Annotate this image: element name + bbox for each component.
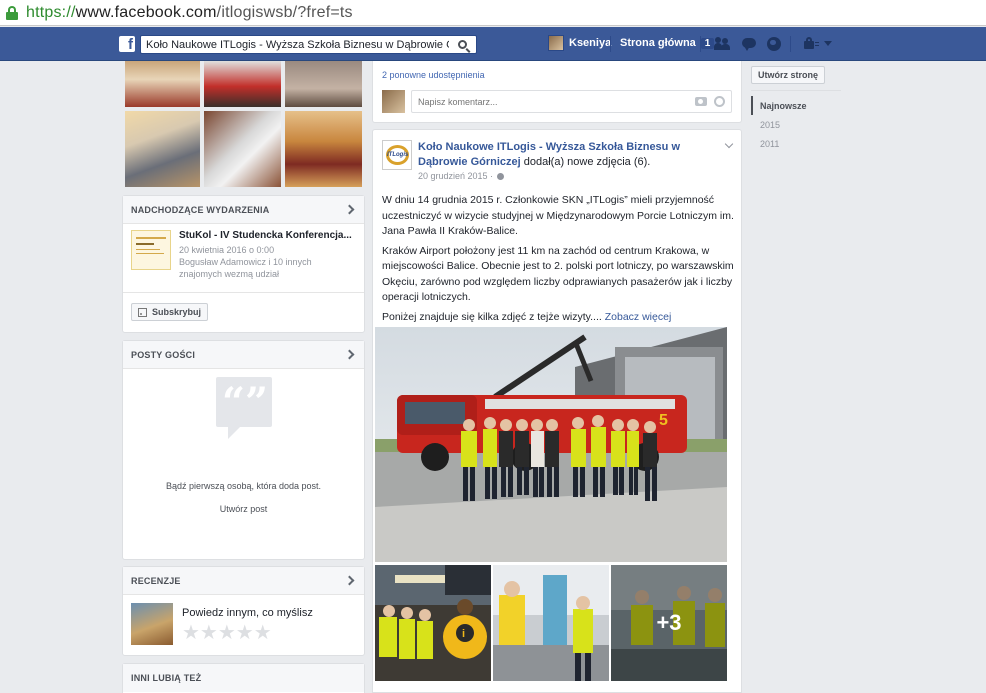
guest-posts-header[interactable]: POSTY GOŚCI (123, 341, 364, 369)
card-title: POSTY GOŚCI (131, 349, 196, 360)
post-photo-thumbnail[interactable]: i (375, 565, 491, 681)
chevron-right-icon (344, 204, 355, 215)
post-paragraph: Kraków Airport położony jest 11 km na za… (382, 244, 734, 304)
header-divider (610, 36, 611, 52)
search-button[interactable] (449, 36, 476, 53)
create-page-button[interactable]: Utwórz stronę (751, 66, 825, 84)
post-options-chevron-down-icon[interactable] (724, 139, 734, 149)
notifications-globe-icon[interactable] (766, 36, 782, 52)
timeline-item-2011[interactable]: 2011 (751, 134, 841, 153)
post-photo-thumbnail[interactable]: +3 (611, 565, 727, 681)
messages-icon[interactable] (741, 36, 757, 52)
url-text[interactable]: https://www.facebook.com/itlogiswsb/?fre… (26, 4, 353, 22)
star-icon[interactable]: ★★★★★ (182, 623, 272, 643)
home-count-badge: 1 (700, 37, 715, 49)
public-globe-icon (497, 172, 505, 180)
user-name: Kseniya (569, 37, 612, 49)
browser-address-bar[interactable]: https://www.facebook.com/itlogiswsb/?fre… (0, 0, 986, 26)
reviews-card: RECENZJE Powiedz innym, co myślisz ★★★★★ (122, 566, 365, 656)
previous-post-footer: 2 ponowne udostępnienia (372, 61, 742, 123)
rss-icon (138, 307, 147, 317)
event-title[interactable]: StuKol - IV Studencka Konferencja... (179, 230, 352, 241)
card-title: NADCHODZĄCE WYDARZENIA (131, 204, 270, 215)
guest-posts-card: POSTY GOŚCI “” Bądź pierwszą osobą, któr… (122, 340, 365, 560)
comment-input[interactable] (418, 96, 689, 107)
emoji-icon[interactable] (714, 96, 725, 107)
header-divider (700, 36, 701, 52)
star-rating[interactable]: ★★★★★ (182, 623, 313, 643)
event-item[interactable]: StuKol - IV Studencka Konferencja... 20 … (123, 224, 364, 286)
right-divider (751, 90, 841, 91)
post-main-photo[interactable]: 5 (375, 327, 727, 562)
comment-box[interactable] (411, 90, 732, 113)
event-date: 20 kwietnia 2016 o 0:00 (179, 245, 275, 255)
upcoming-events-header[interactable]: NADCHODZĄCE WYDARZENIA (123, 196, 364, 224)
quote-icon: “” (216, 377, 272, 439)
camera-icon[interactable] (695, 97, 707, 106)
post-timestamp[interactable]: 20 grudzień 2015 · (418, 171, 505, 181)
search-input[interactable] (141, 36, 449, 53)
comment-row (382, 90, 732, 113)
post-photo-thumbnail[interactable] (493, 565, 609, 681)
post-card: ITLogis Koło Naukowe ITLogis - Wyższa Sz… (372, 129, 742, 693)
post-action: dodał(a) nowe zdjęcia (6). (523, 156, 651, 168)
post-author-line: Koło Naukowe ITLogis - Wyższa Szkoła Biz… (418, 140, 698, 170)
photo-thumbnail[interactable] (125, 111, 200, 187)
photo-thumbnail[interactable] (285, 61, 362, 107)
others-like-card: INNI LUBIĄ TEŻ (122, 663, 365, 693)
post-paragraph: W dniu 14 grudnia 2015 r. Członkowie SKN… (382, 194, 734, 237)
upcoming-events-card: NADCHODZĄCE WYDARZENIA StuKol - IV Stude… (122, 195, 365, 333)
timeline-nav: Najnowsze 2015 2011 (751, 96, 841, 153)
svg-text:5: 5 (659, 412, 668, 429)
facebook-logo-icon[interactable]: f (119, 36, 135, 52)
chevron-right-icon (344, 349, 355, 360)
avatar (548, 35, 564, 51)
timeline-item-2015[interactable]: 2015 (751, 115, 841, 134)
profile-link[interactable]: Kseniya (548, 35, 611, 51)
empty-state-text: Bądź pierwszą osobą, która doda post. (165, 481, 322, 491)
post-paragraph: Poniżej znajduje się kilka zdjęć z tejże… (382, 310, 672, 323)
search-icon (458, 40, 467, 49)
reviews-header[interactable]: RECENZJE (123, 567, 364, 595)
photo-thumbnail[interactable] (204, 61, 281, 107)
others-like-header[interactable]: INNI LUBIĄ TEŻ (123, 664, 364, 692)
shares-count-link[interactable]: 2 ponowne udostępnienia (382, 70, 485, 80)
timeline-item-latest[interactable]: Najnowsze (751, 96, 841, 115)
photo-thumbnail[interactable] (125, 61, 200, 107)
avatar (131, 603, 173, 645)
event-thumbnail (131, 230, 171, 270)
subscribe-button[interactable]: Subskrybuj (131, 303, 209, 321)
photo-thumbnail[interactable] (285, 111, 362, 187)
home-label: Strona główna (620, 37, 696, 49)
card-title: RECENZJE (131, 575, 181, 586)
photo-grid (123, 61, 364, 188)
account-menu-chevron-down-icon[interactable] (824, 41, 832, 46)
review-prompt-text: Powiedz innym, co myślisz (182, 607, 313, 619)
see-more-link[interactable]: Zobacz więcej (605, 311, 672, 323)
post-photo-thumbnails: i +3 (375, 565, 727, 681)
lock-icon (6, 5, 18, 20)
more-photos-overlay[interactable]: +3 (611, 565, 727, 681)
post-text: W dniu 14 grudnia 2015 r. Członkowie SKN… (382, 193, 734, 329)
photo-thumbnail[interactable] (204, 111, 281, 187)
review-prompt: Powiedz innym, co myślisz ★★★★★ (123, 595, 364, 653)
search-box[interactable] (140, 35, 477, 54)
create-post-link[interactable]: Utwórz post (123, 504, 364, 514)
svg-text:i: i (462, 628, 465, 640)
header-divider (790, 36, 791, 52)
avatar (382, 90, 405, 113)
privacy-shortcuts-icon[interactable] (804, 36, 820, 52)
page-logo[interactable]: ITLogis (382, 140, 412, 170)
facebook-header: f Kseniya Strona główna 1 (0, 27, 986, 61)
chevron-right-icon (344, 575, 355, 586)
friend-requests-icon[interactable] (714, 36, 730, 52)
card-title: INNI LUBIĄ TEŻ (131, 673, 202, 683)
event-attendees: Bogusław Adamowicz i 10 innych znajomych… (179, 257, 312, 279)
